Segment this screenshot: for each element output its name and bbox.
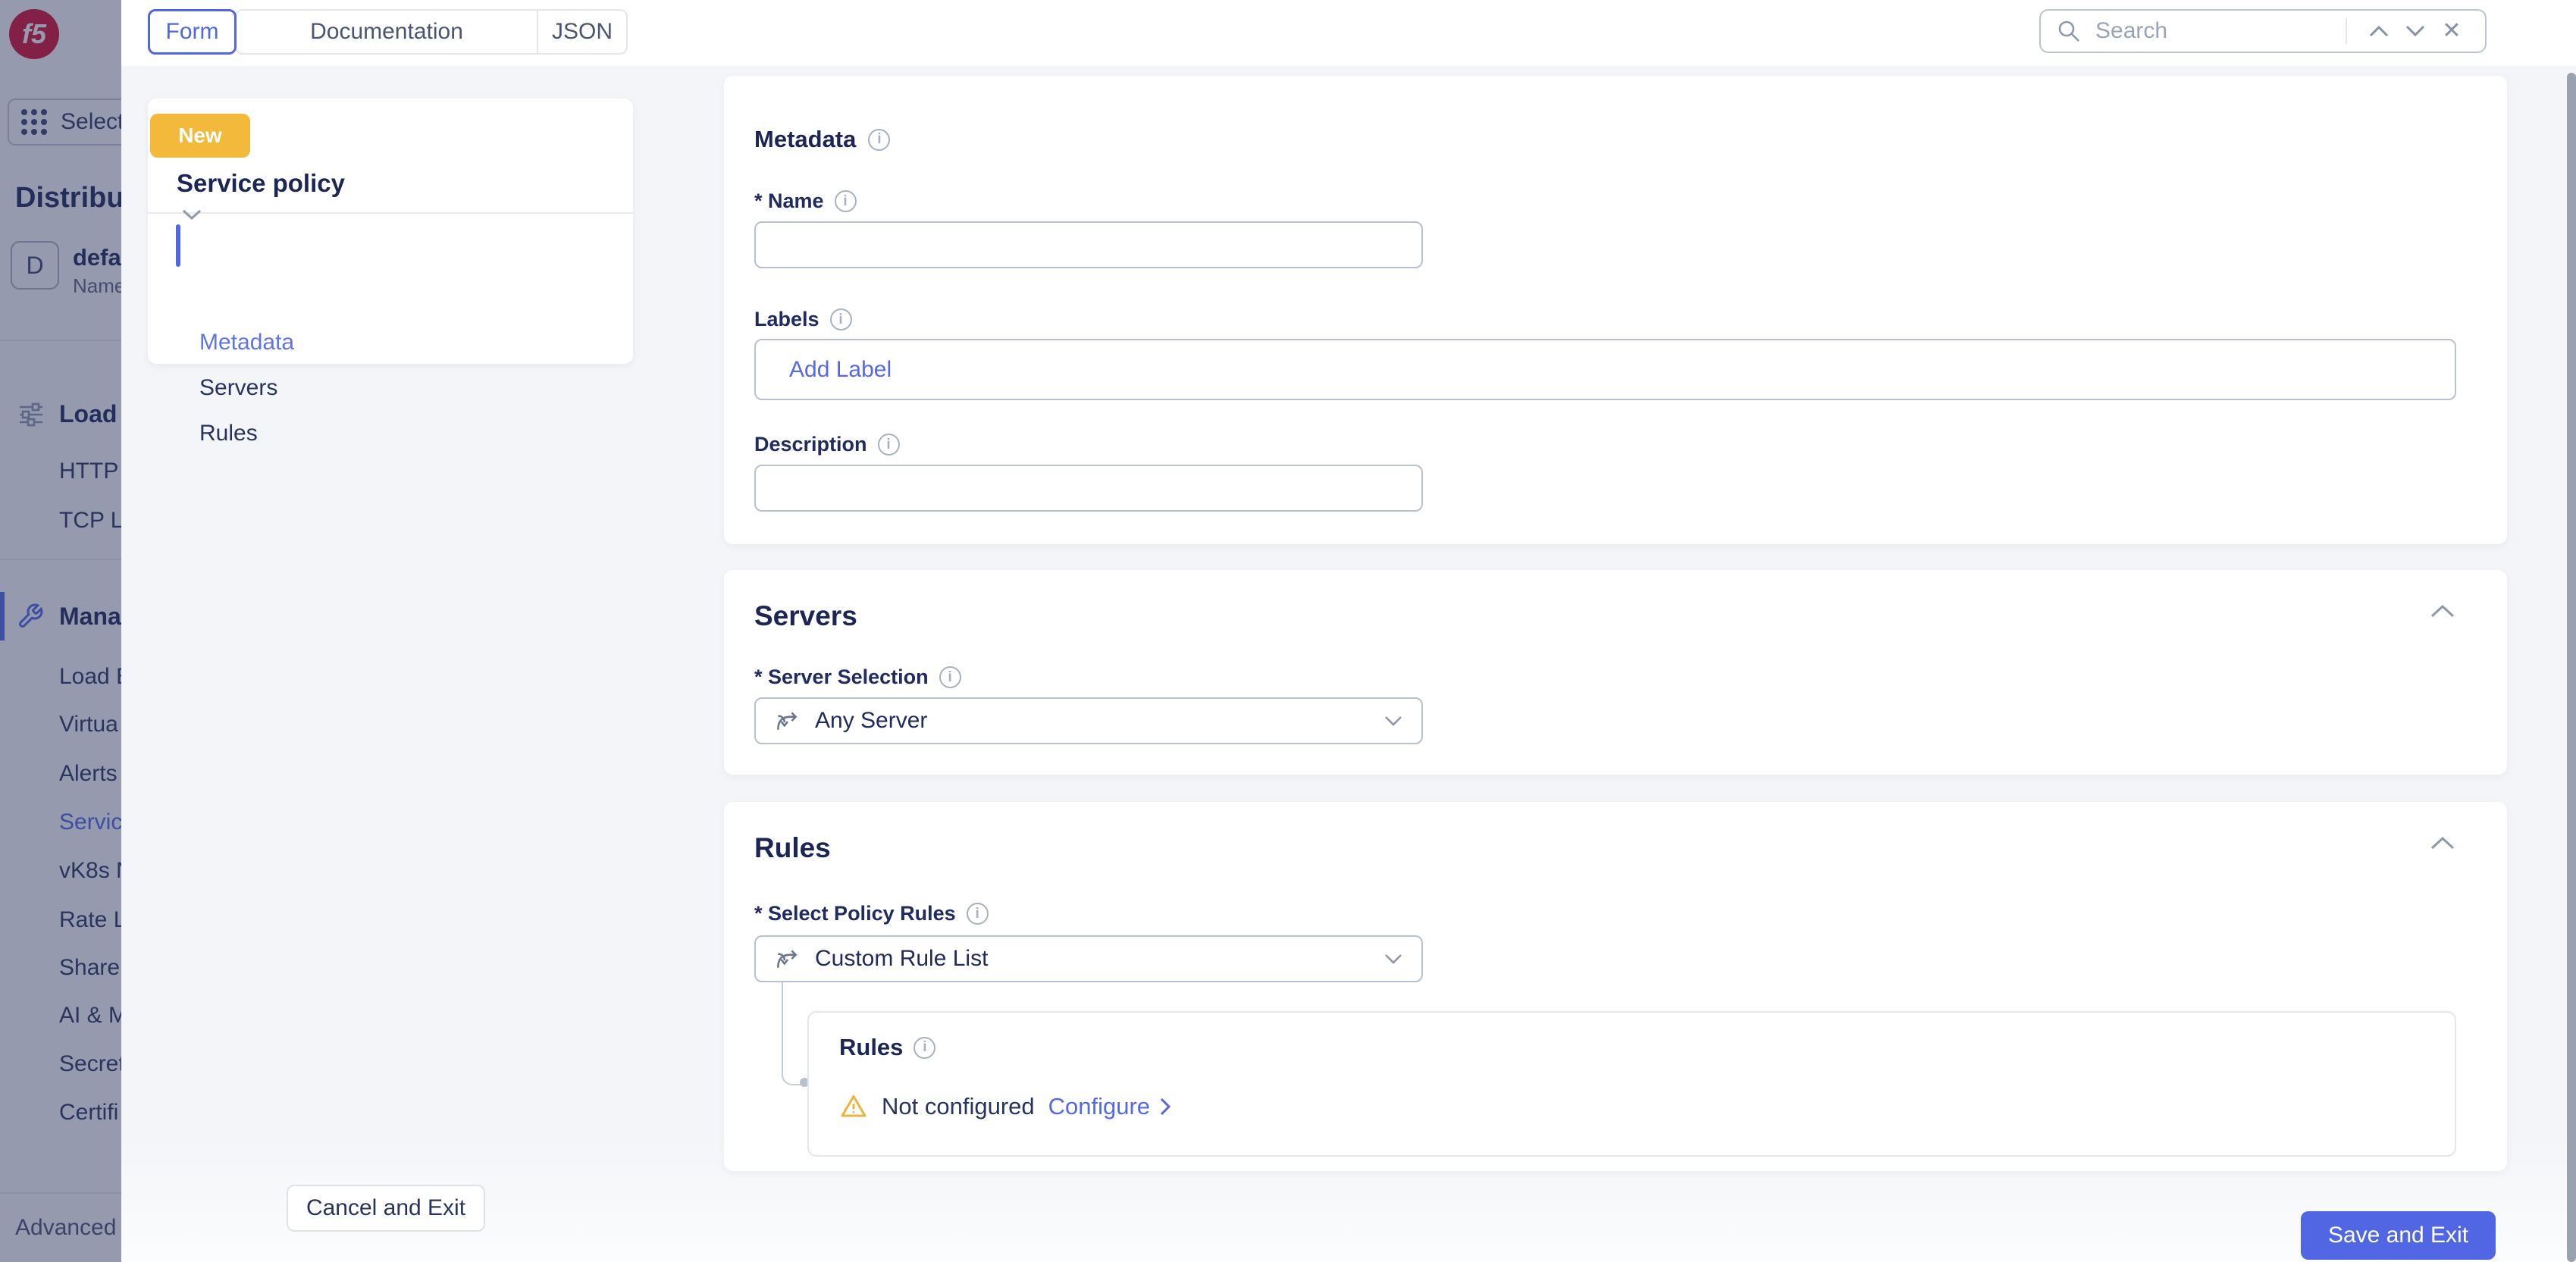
panel-title: Service policy: [177, 169, 345, 197]
modal-overlay[interactable]: [0, 0, 121, 1262]
branch-icon: [774, 946, 800, 972]
rules-status-row: Not configured Configure: [839, 1093, 1171, 1120]
description-label: Description: [754, 433, 900, 456]
labels-label-text: Labels: [754, 308, 819, 330]
panel-nav-rules[interactable]: Rules: [199, 418, 258, 449]
info-icon[interactable]: [877, 434, 900, 456]
tab-json[interactable]: JSON: [538, 11, 626, 53]
panel-nav-metadata[interactable]: Metadata: [199, 327, 294, 358]
search-prev-icon[interactable]: [2361, 14, 2397, 48]
vertical-scrollbar[interactable]: [2567, 73, 2576, 1262]
new-badge: New: [150, 114, 250, 158]
configure-link[interactable]: Configure: [1048, 1093, 1171, 1120]
form-nav-panel: New Service policy Metadata Servers Rule…: [148, 99, 633, 446]
view-tabs: Form Documentation JSON: [148, 9, 628, 55]
description-label-text: Description: [754, 433, 867, 456]
servers-heading: Servers: [754, 600, 857, 631]
server-selection-label: * Server Selection: [754, 665, 961, 689]
panel-nav-servers[interactable]: Servers: [199, 373, 277, 403]
labels-label: Labels: [754, 308, 852, 331]
name-input[interactable]: [754, 221, 1423, 268]
rules-section: Rules * Select Policy Rules Custom Rule …: [724, 802, 2507, 1171]
info-icon[interactable]: [829, 308, 852, 330]
tab-documentation[interactable]: Documentation: [237, 11, 538, 53]
warning-icon: [839, 1093, 868, 1120]
not-configured-status: Not configured: [882, 1093, 1035, 1120]
labels-field[interactable]: Add Label: [754, 339, 2456, 400]
active-nav-indicator: [176, 224, 180, 267]
service-policy-create-page: Form Documentation JSON f5: [0, 0, 2576, 1262]
name-label: * Name: [754, 189, 857, 213]
search-input[interactable]: [2094, 17, 2332, 45]
collapse-rules-icon[interactable]: [2430, 835, 2455, 850]
configure-link-text: Configure: [1048, 1093, 1151, 1120]
server-selection-label-text: * Server Selection: [754, 665, 929, 688]
nested-rules-heading: Rules: [839, 1034, 936, 1061]
nested-connector-line: [782, 982, 804, 1085]
branch-icon: [774, 708, 800, 734]
app-sidebar: f5 Select Distribut D defaul Names Load …: [0, 0, 121, 1262]
search-divider: [2346, 18, 2347, 44]
search-box: [2039, 9, 2487, 53]
collapse-notch-icon[interactable]: [182, 209, 202, 221]
server-selection-dropdown[interactable]: Any Server: [754, 697, 1423, 744]
description-input[interactable]: [754, 465, 1423, 512]
nested-rules-heading-text: Rules: [839, 1034, 904, 1060]
metadata-section: Metadata * Name Labels Add Label Descrip…: [724, 76, 2507, 544]
servers-section: Servers * Server Selection Any Server: [724, 570, 2507, 775]
collapse-servers-icon[interactable]: [2430, 603, 2455, 618]
info-icon[interactable]: [939, 666, 961, 688]
nested-rules-card: Rules Not configured Configure: [807, 1011, 2456, 1157]
cancel-and-exit-button[interactable]: Cancel and Exit: [287, 1185, 485, 1232]
select-policy-rules-label: * Select Policy Rules: [754, 902, 989, 925]
info-icon[interactable]: [966, 903, 989, 925]
chevron-down-icon: [1384, 953, 1403, 965]
header-bar: Form Documentation JSON: [121, 0, 2576, 66]
save-and-exit-button[interactable]: Save and Exit: [2301, 1211, 2496, 1260]
info-icon[interactable]: [834, 190, 857, 212]
metadata-heading: Metadata: [754, 126, 891, 153]
chevron-down-icon: [1384, 715, 1403, 727]
info-icon[interactable]: [914, 1036, 936, 1059]
panel-divider: [148, 212, 633, 214]
rules-heading: Rules: [754, 832, 831, 863]
select-policy-rules-label-text: * Select Policy Rules: [754, 902, 956, 925]
search-next-icon[interactable]: [2397, 14, 2433, 48]
metadata-heading-text: Metadata: [754, 126, 857, 152]
server-selection-value: Any Server: [815, 708, 928, 733]
policy-rules-dropdown[interactable]: Custom Rule List: [754, 935, 1423, 982]
search-close-icon[interactable]: [2433, 14, 2470, 48]
tab-group: Documentation JSON: [235, 9, 628, 55]
tab-form[interactable]: Form: [148, 9, 237, 55]
name-label-text: * Name: [754, 189, 824, 212]
policy-rules-value: Custom Rule List: [815, 946, 989, 971]
add-label-button[interactable]: Add Label: [789, 357, 892, 383]
info-icon[interactable]: [868, 128, 891, 151]
search-icon: [2056, 18, 2082, 44]
